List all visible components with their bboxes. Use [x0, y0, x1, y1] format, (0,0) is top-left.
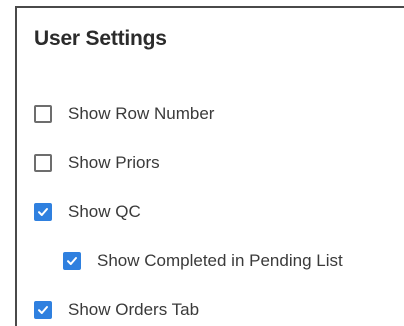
checkmark-icon: [38, 306, 48, 314]
checkmark-icon: [67, 257, 77, 265]
show-row-number-label: Show Row Number: [68, 104, 215, 123]
checkbox-checked-icon[interactable]: [34, 301, 52, 319]
show-qc-label: Show QC: [68, 202, 141, 221]
show-priors-label: Show Priors: [68, 153, 160, 172]
checkbox-checked-icon[interactable]: [63, 252, 81, 270]
show-qc-option[interactable]: Show QC: [34, 200, 141, 224]
checkbox-unchecked-icon[interactable]: [34, 105, 52, 123]
show-priors-option[interactable]: Show Priors: [34, 151, 160, 175]
show-completed-in-pending-list-label: Show Completed in Pending List: [97, 251, 343, 270]
panel-title: User Settings: [34, 27, 167, 50]
show-orders-tab-option[interactable]: Show Orders Tab: [34, 298, 199, 322]
user-settings-panel: User Settings Show Row Number Show Prior…: [15, 6, 404, 326]
show-completed-in-pending-list-option[interactable]: Show Completed in Pending List: [63, 249, 343, 273]
checkbox-checked-icon[interactable]: [34, 203, 52, 221]
checkbox-unchecked-icon[interactable]: [34, 154, 52, 172]
show-row-number-option[interactable]: Show Row Number: [34, 102, 214, 126]
show-orders-tab-label: Show Orders Tab: [68, 300, 200, 319]
checkmark-icon: [38, 208, 48, 216]
